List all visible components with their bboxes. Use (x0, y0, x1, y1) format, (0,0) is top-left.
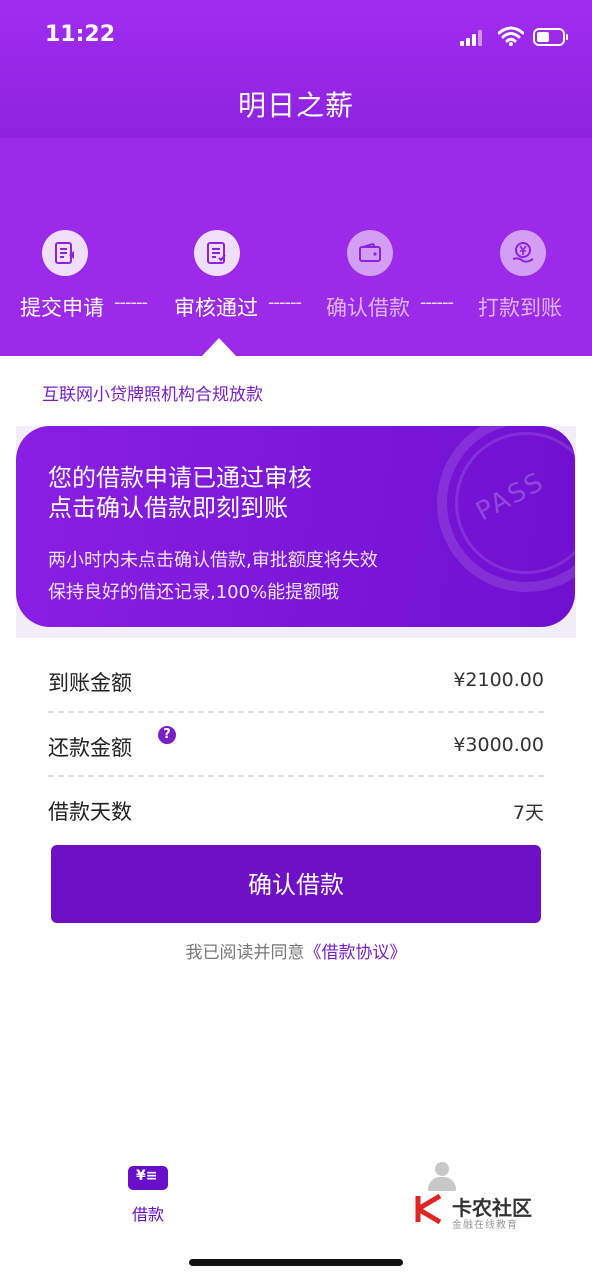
watermark-subtitle: 金融在线教育 (452, 1220, 518, 1231)
row-value: ¥3000.00 (453, 734, 544, 756)
row-repay-amount: 还款金额 ? ¥3000.00 (48, 726, 544, 772)
wallet-icon (347, 230, 393, 276)
step-label-submit: 提交申请 (20, 296, 104, 320)
checklist-icon (194, 230, 240, 276)
agreement-text: 我已阅读并同意《借款协议》 (0, 938, 592, 963)
row-loan-days: 借款天数 7天 (48, 796, 544, 836)
yen-hand-icon (500, 230, 546, 276)
home-indicator[interactable] (189, 1259, 403, 1266)
row-label: 到账金额 (48, 671, 132, 695)
signal-icon (460, 30, 486, 46)
agreement-prefix: 我已阅读并同意 (185, 943, 305, 963)
loan-tab-icon[interactable]: ¥≡ (128, 1166, 168, 1190)
battery-icon (533, 28, 568, 46)
step-label-confirm: 确认借款 (326, 296, 410, 320)
row-label: 还款金额 (48, 736, 132, 760)
document-edit-icon (42, 230, 88, 276)
compliance-text: 互联网小贷牌照机构合规放款 (42, 385, 263, 405)
wifi-icon (498, 26, 524, 46)
status-time: 11:22 (45, 22, 116, 47)
loan-tab-icon-text: ¥≡ (136, 1168, 158, 1184)
step-separator: ------ (268, 292, 302, 313)
step-pointer (202, 338, 236, 356)
profile-icon[interactable] (428, 1162, 456, 1191)
step-label-approved: 审核通过 (174, 296, 258, 320)
step-separator: ------ (420, 292, 454, 313)
divider (48, 775, 544, 777)
step-separator: ------ (114, 292, 148, 313)
row-received-amount: 到账金额 ¥2100.00 (48, 667, 544, 707)
divider (48, 711, 544, 713)
watermark: 卡农社区 金融在线教育 (412, 1190, 542, 1231)
approval-card: PASS 您的借款申请已通过审核 点击确认借款即刻到账 两小时内未点击确认借款,… (16, 426, 575, 627)
card-subheadline: 点击确认借款即刻到账 (48, 494, 288, 522)
card-note-expiry: 两小时内未点击确认借款,审批额度将失效 (48, 550, 378, 571)
row-value: ¥2100.00 (453, 669, 544, 691)
status-icons (458, 24, 568, 50)
steps-progress: 提交申请 ------ 审核通过 ------ 确认借款 ------ 打款到账 (0, 292, 592, 322)
row-value: 7天 (512, 802, 544, 824)
knong-logo-icon (415, 1193, 442, 1225)
tab-loan[interactable]: 借款 (132, 1201, 164, 1225)
help-icon[interactable]: ? (158, 726, 176, 744)
confirm-loan-button[interactable]: 确认借款 (51, 845, 541, 923)
loan-agreement-link[interactable]: 《借款协议》 (305, 943, 407, 963)
row-label: 借款天数 (48, 800, 132, 824)
app-title: 明日之薪 (237, 89, 354, 122)
card-note-credit: 保持良好的借还记录,100%能提额哦 (48, 582, 340, 603)
step-label-payout: 打款到账 (478, 296, 562, 320)
